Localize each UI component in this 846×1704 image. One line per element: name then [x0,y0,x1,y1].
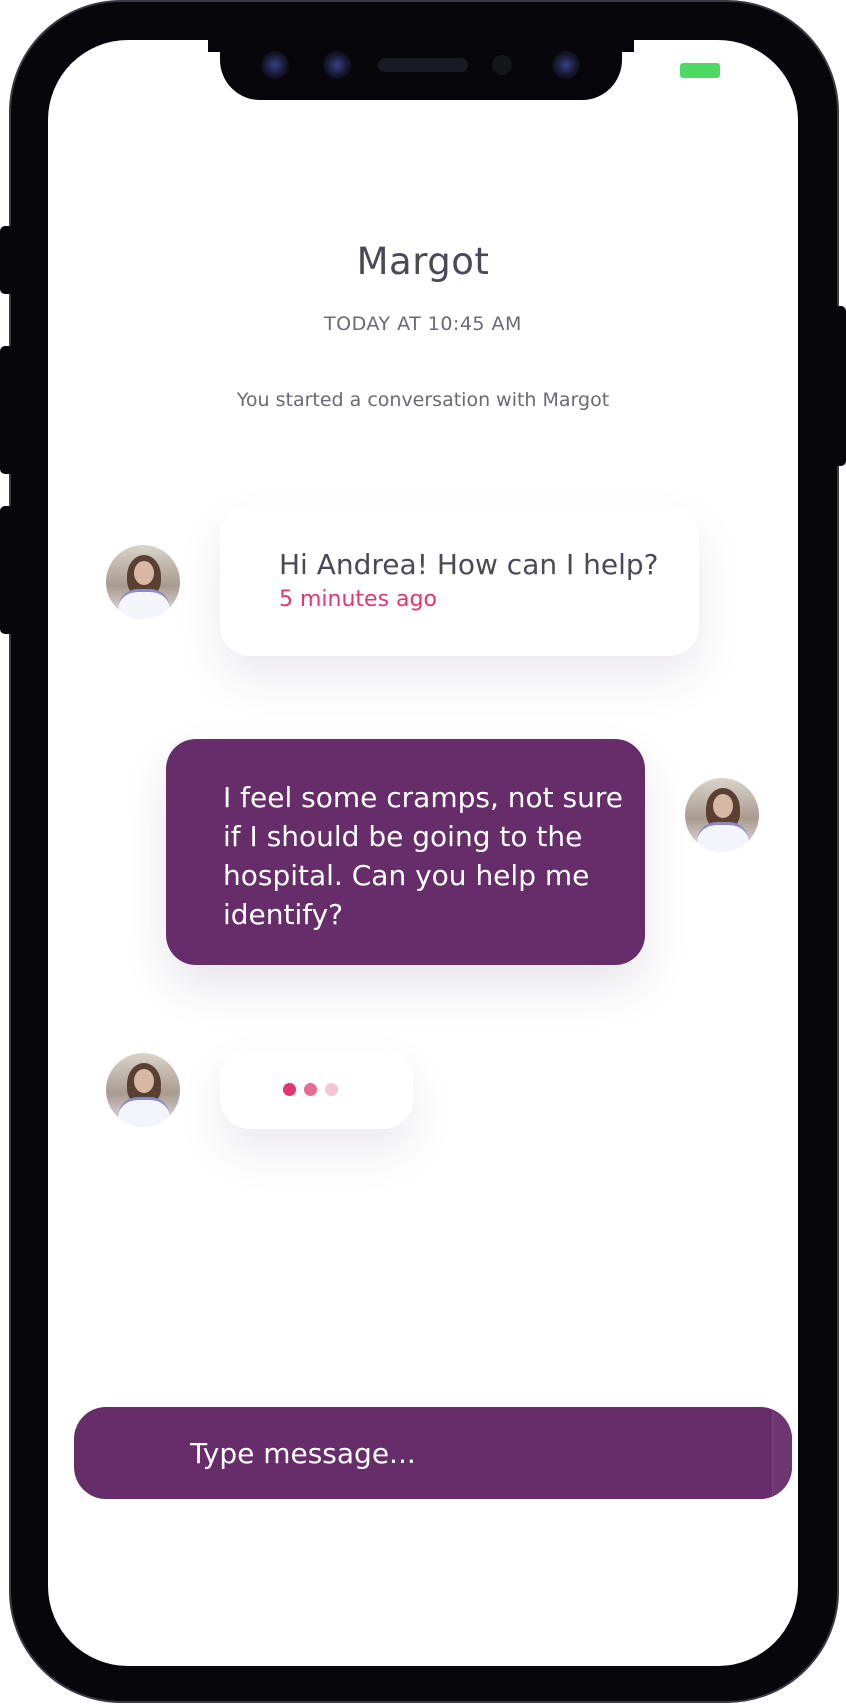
camera-icon [323,51,351,79]
camera-icon [261,51,289,79]
message-text: Hi Andrea! How can I help? [279,548,659,581]
message-text: I feel some cramps, not sure if I should… [223,781,623,931]
contact-avatar[interactable] [106,545,180,619]
volume-down-button [0,506,18,634]
notch-corner-right [620,38,634,52]
message-input[interactable] [190,1407,750,1499]
send-button[interactable] [772,1407,792,1499]
incoming-message-bubble: Hi Andrea! How can I help? 5 minutes ago [220,506,699,656]
typing-dot [325,1083,338,1096]
speaker-grille [378,58,468,72]
conversation-timestamp: TODAY AT 10:45 AM [324,313,522,335]
outgoing-message-bubble: I feel some cramps, not sure if I should… [166,739,645,965]
typing-dot [283,1083,296,1096]
sensor-dot [492,55,512,75]
conversation-start-notice: You started a conversation with Margot [236,389,610,411]
typing-indicator-bubble [220,1049,413,1129]
user-avatar[interactable] [685,778,759,852]
contact-name: Margot [356,240,490,283]
front-camera-icon [552,51,580,79]
message-time: 5 minutes ago [279,587,437,612]
contact-avatar[interactable] [106,1053,180,1127]
message-composer [74,1407,792,1499]
battery-icon [680,63,720,78]
typing-dot [304,1083,317,1096]
